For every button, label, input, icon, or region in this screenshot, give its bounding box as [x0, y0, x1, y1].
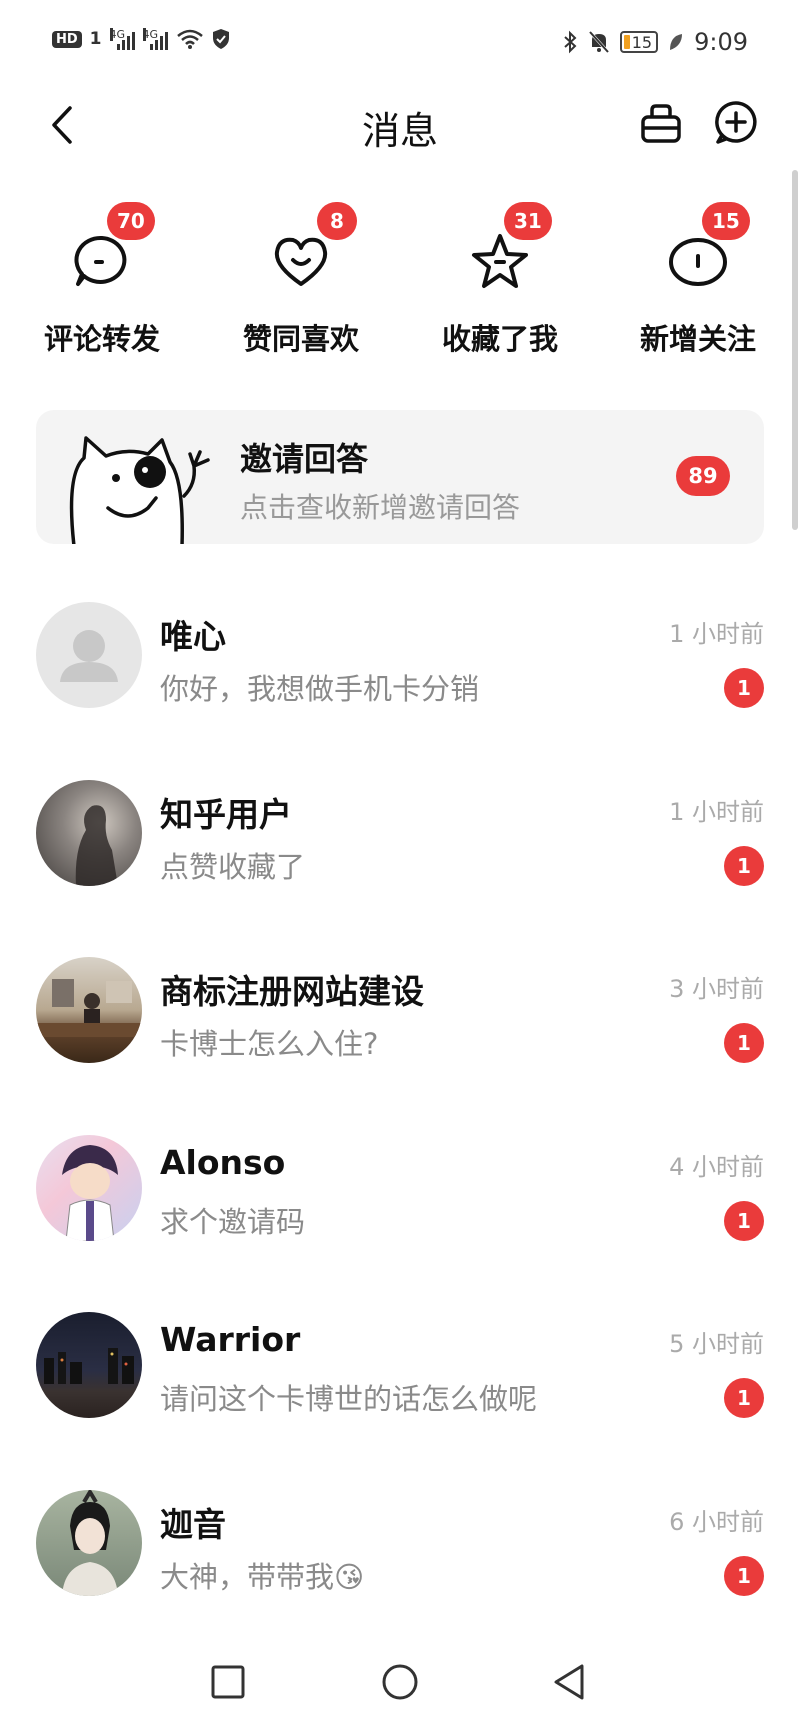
sender-name: 商标注册网站建设: [160, 972, 424, 1011]
heart-icon: [274, 237, 328, 286]
system-nav-bar: [0, 1640, 800, 1733]
sender-name: 迦音: [160, 1504, 226, 1544]
category-label: 新增关注: [639, 322, 756, 356]
category-label: 评论转发: [43, 322, 160, 356]
sim-indicator: 1: [89, 29, 102, 49]
message-time: 5 小时前: [669, 1330, 764, 1358]
unread-badge: 1: [724, 1378, 764, 1418]
leaf-icon: [670, 34, 683, 50]
message-time: 1 小时前: [669, 797, 764, 826]
invite-subtitle: 点击查收新增邀请回答: [240, 491, 521, 524]
avatar[interactable]: [36, 1134, 142, 1241]
avatar[interactable]: [36, 1312, 142, 1418]
message-preview: 大神，带带我😘: [160, 1559, 365, 1594]
category-comments[interactable]: 70 评论转发: [22, 190, 182, 360]
mascot-illustration: [69, 436, 210, 544]
avatar[interactable]: [36, 779, 142, 886]
sender-name: 唯心: [160, 617, 226, 656]
unread-badge: 1: [724, 845, 764, 886]
signal-2-icon: 4G: [142, 28, 168, 50]
avatar[interactable]: [36, 602, 142, 708]
recent-apps-icon[interactable]: [204, 1658, 252, 1706]
basket-icon[interactable]: [638, 100, 684, 146]
unread-badge: 1: [724, 668, 764, 708]
status-right: 15 9:09: [562, 28, 748, 56]
signal-1-icon: 4G: [109, 28, 135, 50]
message-time: 4 小时前: [669, 1152, 764, 1181]
list-item[interactable]: 迦音 大神，带带我😘 6 小时前 1: [0, 1478, 800, 1656]
shield-icon: [212, 29, 229, 49]
sender-name: Alonso: [160, 1142, 286, 1182]
invite-answer-card[interactable]: 邀请回答 点击查收新增邀请回答 89: [36, 410, 764, 544]
category-follows[interactable]: 15 新增关注: [618, 190, 778, 360]
top-header: 消息: [0, 90, 800, 160]
message-preview: 你好，我想做手机卡分销: [160, 672, 480, 706]
message-preview: 卡博士怎么入住?: [160, 1027, 379, 1061]
avatar[interactable]: [36, 1489, 142, 1596]
message-preview: 请问这个卡博世的话怎么做呢: [160, 1382, 538, 1416]
hd-indicator: HD: [52, 30, 82, 48]
sender-name: Warrior: [160, 1320, 301, 1359]
category-badge: 70: [107, 202, 155, 240]
unread-badge: 1: [724, 1023, 764, 1063]
category-label: 收藏了我: [441, 322, 558, 356]
category-favorites[interactable]: 31 收藏了我: [420, 190, 580, 360]
clock: 9:09: [694, 28, 748, 56]
message-time: 3 小时前: [669, 975, 764, 1003]
wifi-icon: [176, 29, 203, 49]
avatar-image: [36, 979, 142, 1037]
message-time: 1 小时前: [669, 620, 764, 648]
sender-name: 知乎用户: [160, 794, 292, 834]
status-bar: HD 1 4G 4G 15 9:09: [0, 0, 800, 90]
unread-badge: 1: [724, 1555, 764, 1596]
battery-icon: 15: [619, 31, 659, 53]
avatar-image: [44, 1348, 134, 1384]
default-user-icon: [60, 630, 118, 682]
category-likes[interactable]: 8 赞同喜欢: [221, 190, 381, 360]
avatar-image: [75, 804, 118, 886]
home-icon[interactable]: [376, 1658, 424, 1706]
category-badge: 31: [504, 202, 552, 240]
list-item[interactable]: Warrior 请问这个卡博世的话怎么做呢 5 小时前 1: [0, 1300, 800, 1478]
back-nav-icon[interactable]: [546, 1658, 594, 1706]
unread-badge: 1: [724, 1200, 764, 1241]
list-item[interactable]: 唯心 你好，我想做手机卡分销 1 小时前 1: [0, 590, 800, 768]
category-row: 70 评论转发 8 赞同喜欢 31 收藏了我 15 新增关注: [0, 190, 800, 370]
add-circle-icon[interactable]: [712, 98, 760, 146]
mute-bell-icon: [588, 30, 609, 54]
avatar-image: [62, 1144, 118, 1241]
avatar[interactable]: [36, 957, 142, 1063]
category-badge: 15: [702, 202, 750, 240]
avatar-image: [62, 1489, 118, 1596]
message-time: 6 小时前: [669, 1507, 764, 1536]
category-badge: 8: [317, 202, 357, 240]
message-preview: 点赞收藏了: [160, 849, 306, 884]
list-item[interactable]: 知乎用户 点赞收藏了 1 小时前 1: [0, 768, 800, 946]
status-left: HD 1 4G 4G: [52, 28, 230, 50]
message-preview: 求个邀请码: [160, 1204, 306, 1239]
list-item[interactable]: 商标注册网站建设 卡博士怎么入住? 3 小时前 1: [0, 945, 800, 1123]
list-item[interactable]: Alonso 求个邀请码 4 小时前 1: [0, 1123, 800, 1301]
invite-badge: 89: [676, 456, 730, 496]
invite-title: 邀请回答: [240, 440, 369, 478]
category-label: 赞同喜欢: [242, 322, 359, 356]
message-list: 唯心 你好，我想做手机卡分销 1 小时前 1 知乎用户 点赞收藏了 1 小时前 …: [0, 590, 800, 1655]
bluetooth-icon: [564, 30, 577, 54]
